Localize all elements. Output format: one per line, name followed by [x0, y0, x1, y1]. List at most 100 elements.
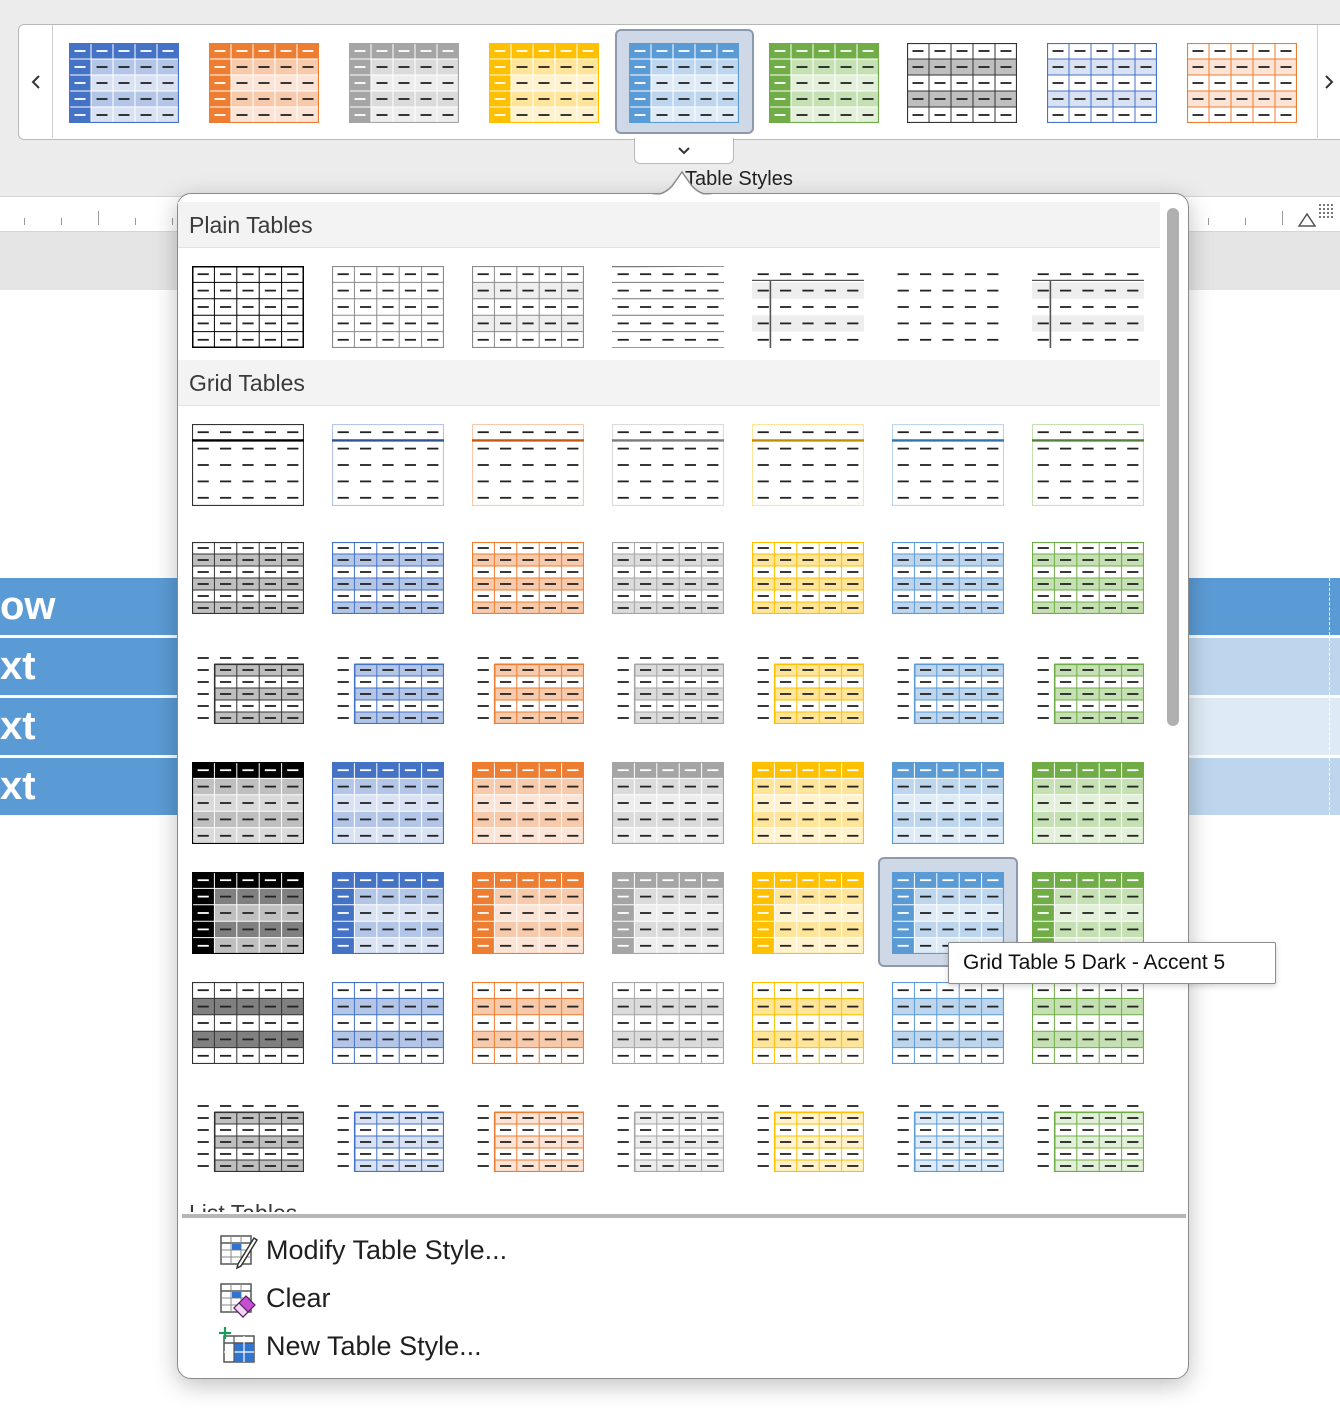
table-style-option[interactable] [192, 1100, 306, 1173]
gallery-expand-button[interactable] [634, 138, 734, 164]
doc-table-cell[interactable] [1188, 638, 1340, 695]
clear-menu-item[interactable]: Clear [218, 1276, 331, 1320]
table-style-option[interactable] [892, 652, 1006, 725]
table-style-option[interactable] [751, 871, 866, 955]
gallery-style-thumbnail[interactable] [488, 42, 600, 124]
table-style-option[interactable] [331, 981, 446, 1065]
ruler-tick [1245, 218, 1246, 225]
table-style-option[interactable] [891, 981, 1006, 1065]
gallery-scroll-right-button[interactable] [1317, 25, 1339, 138]
table-style-option[interactable] [611, 761, 726, 845]
table-style-option[interactable] [331, 423, 446, 507]
table-style-option[interactable] [471, 761, 586, 845]
gallery-style-thumbnail[interactable] [208, 42, 320, 124]
table-style-preview-icon [611, 981, 725, 1065]
ruler-grip-icon[interactable] [1317, 202, 1335, 220]
table-style-preview-icon [1037, 1105, 1145, 1173]
table-style-option[interactable] [471, 265, 586, 349]
gallery-style-thumbnail[interactable] [348, 42, 460, 124]
dropdown-pointer [652, 170, 712, 196]
table-style-preview-icon [897, 1105, 1005, 1173]
table-style-option[interactable] [472, 652, 586, 725]
table-style-preview-icon [331, 871, 445, 955]
table-style-option[interactable] [191, 541, 306, 615]
doc-table-header-cell[interactable] [1188, 578, 1340, 635]
gallery-style-thumbnail[interactable] [1046, 42, 1158, 124]
table-style-option[interactable] [612, 652, 726, 725]
table-styles-gallery[interactable] [18, 24, 1340, 140]
document-table-left-fragment[interactable]: ow xt xt xt [0, 578, 180, 818]
scrollbar-thumb[interactable] [1167, 208, 1179, 726]
table-style-preview-icon [1031, 541, 1145, 615]
table-style-option[interactable] [612, 1100, 726, 1173]
table-style-option[interactable] [192, 652, 306, 725]
new-table-style-menu-item[interactable]: New Table Style... [218, 1324, 482, 1368]
table-style-option[interactable] [1032, 266, 1146, 348]
table-style-option[interactable] [331, 541, 446, 615]
table-style-option[interactable] [471, 423, 586, 507]
doc-table-cell[interactable] [1188, 698, 1340, 755]
table-style-option[interactable] [331, 265, 446, 349]
table-style-option[interactable] [611, 265, 726, 349]
table-style-option[interactable] [752, 652, 866, 725]
table-style-option[interactable] [891, 423, 1006, 507]
gallery-style-thumbnail[interactable] [1186, 42, 1298, 124]
doc-table-row[interactable]: xt [0, 758, 180, 815]
clear-label: Clear [266, 1282, 331, 1313]
table-style-preview-icon [891, 541, 1005, 615]
table-style-option[interactable] [752, 1100, 866, 1173]
modify-table-style-icon [220, 1235, 258, 1270]
table-style-option[interactable] [1031, 761, 1146, 845]
table-style-option[interactable] [471, 981, 586, 1065]
table-style-preview-icon [1186, 42, 1298, 124]
gallery-style-thumbnail[interactable] [68, 42, 180, 124]
table-style-option[interactable] [751, 541, 866, 615]
ruler-tick [135, 218, 136, 225]
table-style-option[interactable] [611, 423, 726, 507]
gallery-scroll-left-button[interactable] [19, 25, 53, 138]
table-style-option[interactable] [892, 1100, 1006, 1173]
table-style-option[interactable] [331, 871, 446, 955]
table-style-option[interactable] [191, 761, 306, 845]
table-style-option[interactable] [611, 541, 726, 615]
table-style-option[interactable] [1031, 423, 1146, 507]
table-style-option[interactable] [191, 265, 306, 349]
section-header-grid-tables: Grid Tables [178, 360, 1160, 406]
doc-table-row[interactable]: xt [0, 638, 180, 695]
table-style-option[interactable] [191, 423, 306, 507]
table-style-option[interactable] [191, 871, 306, 955]
table-style-option[interactable] [1032, 652, 1146, 725]
table-style-option[interactable] [892, 266, 1006, 348]
table-style-option[interactable] [191, 981, 306, 1065]
table-style-option[interactable] [472, 1100, 586, 1173]
table-style-option[interactable] [1031, 981, 1146, 1065]
table-style-preview-icon [891, 423, 1005, 507]
doc-table-cell[interactable] [1188, 758, 1340, 815]
gallery-style-thumbnail[interactable] [768, 42, 880, 124]
table-style-preview-icon [1032, 273, 1144, 348]
table-styles-dropdown[interactable]: Plain Tables Grid Tables List Tables Mod… [177, 193, 1189, 1379]
table-style-option[interactable] [611, 871, 726, 955]
table-style-option[interactable] [331, 761, 446, 845]
table-style-option[interactable] [332, 1100, 446, 1173]
table-style-option[interactable] [751, 761, 866, 845]
doc-table-row[interactable]: xt [0, 698, 180, 755]
table-style-option[interactable] [752, 266, 866, 348]
table-style-option[interactable] [471, 871, 586, 955]
table-style-option[interactable] [471, 541, 586, 615]
table-style-option[interactable] [751, 423, 866, 507]
table-style-option[interactable] [1032, 1100, 1146, 1173]
gallery-style-thumbnail[interactable] [628, 42, 740, 124]
table-style-option[interactable] [1031, 541, 1146, 615]
doc-table-header-row[interactable]: ow [0, 578, 180, 635]
table-styles-scroll-area[interactable]: Plain Tables Grid Tables List Tables [178, 202, 1160, 1212]
modify-table-style-menu-item[interactable]: Modify Table Style... [218, 1228, 507, 1272]
table-style-option[interactable] [332, 652, 446, 725]
table-style-option[interactable] [891, 541, 1006, 615]
table-style-option[interactable] [611, 981, 726, 1065]
table-style-option[interactable] [891, 761, 1006, 845]
gallery-style-thumbnail[interactable] [906, 42, 1018, 124]
table-style-option[interactable] [751, 981, 866, 1065]
document-table-right-fragment[interactable] [1188, 578, 1340, 818]
ruler-indent-marker-icon[interactable] [1297, 208, 1317, 228]
